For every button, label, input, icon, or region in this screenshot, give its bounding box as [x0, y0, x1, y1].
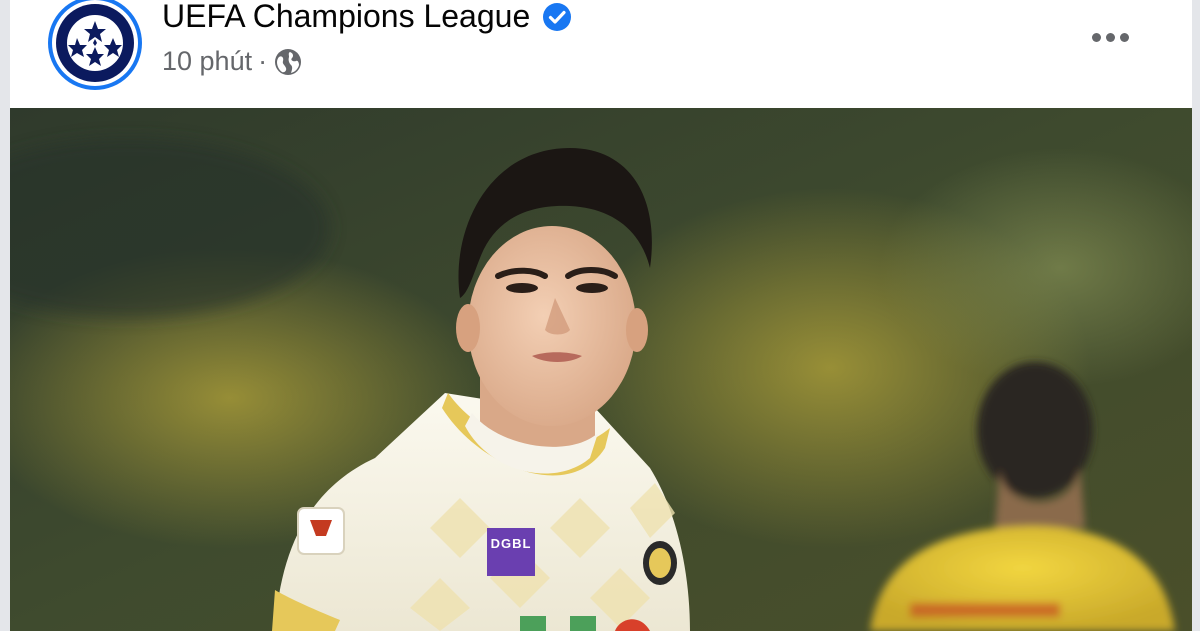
post-timestamp[interactable]: 10 phút: [162, 46, 252, 77]
post-photo[interactable]: DGBL: [10, 108, 1192, 631]
page-name-text[interactable]: UEFA Champions League: [162, 0, 530, 35]
post-card: UEFA Champions League 10 phút · DGBL: [10, 0, 1192, 631]
more-options-icon: [1091, 32, 1101, 42]
page-avatar[interactable]: [48, 0, 142, 90]
page-name[interactable]: UEFA Champions League: [162, 0, 572, 35]
starball-svg: [67, 15, 123, 71]
more-options-button[interactable]: [1080, 22, 1140, 52]
shirt-sponsor-logo: DGBL: [491, 536, 532, 551]
player-photo: DGBL: [10, 108, 1192, 631]
more-options-icon: [1119, 32, 1129, 42]
post-header: UEFA Champions League 10 phút ·: [10, 0, 1192, 108]
avatar-ring: [52, 0, 138, 86]
champions-league-starball-icon: [56, 4, 134, 82]
globe-icon[interactable]: [273, 47, 303, 77]
post-meta: 10 phút ·: [162, 46, 303, 77]
verified-badge-icon: [543, 2, 572, 31]
more-options-icon: [1105, 32, 1115, 42]
meta-separator: ·: [258, 46, 268, 76]
